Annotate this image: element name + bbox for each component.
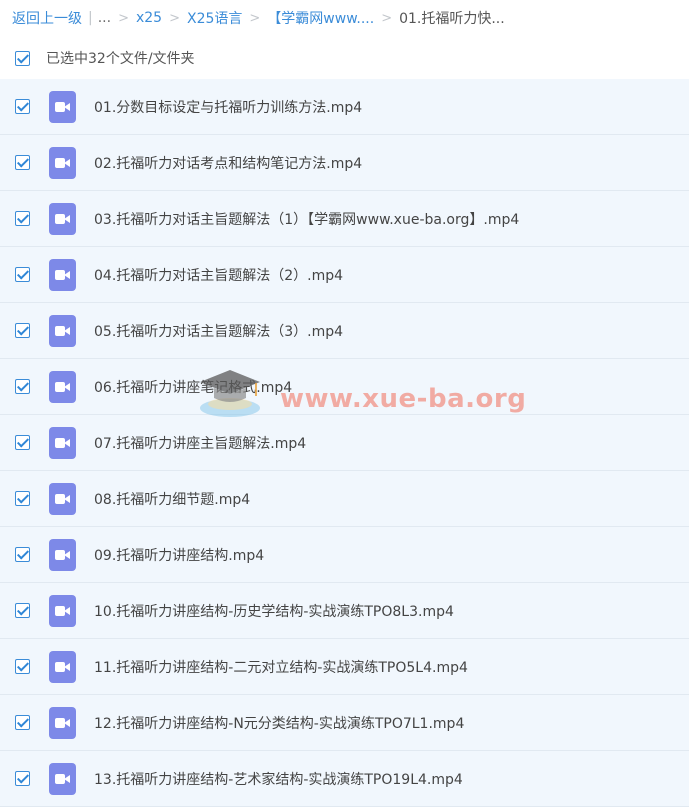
file-row[interactable]: 08.托福听力细节题.mp4 bbox=[0, 471, 689, 527]
chevron-right-icon: > bbox=[169, 10, 180, 26]
video-file-icon bbox=[49, 706, 76, 739]
file-checkbox[interactable] bbox=[15, 99, 30, 114]
video-file-icon bbox=[49, 762, 76, 795]
file-checkbox[interactable] bbox=[15, 435, 30, 450]
video-file-icon bbox=[49, 650, 76, 683]
file-row[interactable]: 02.托福听力对话考点和结构笔记方法.mp4 bbox=[0, 135, 689, 191]
file-name[interactable]: 02.托福听力对话考点和结构笔记方法.mp4 bbox=[94, 153, 362, 173]
breadcrumb-item-x25[interactable]: x25 bbox=[136, 10, 162, 26]
chevron-right-icon: > bbox=[381, 10, 393, 26]
file-name[interactable]: 08.托福听力细节题.mp4 bbox=[94, 489, 250, 509]
file-checkbox[interactable] bbox=[15, 267, 30, 282]
file-checkbox[interactable] bbox=[15, 659, 30, 674]
camera-lens-shape bbox=[64, 102, 70, 111]
file-checkbox[interactable] bbox=[15, 323, 30, 338]
file-name[interactable]: 12.托福听力讲座结构-N元分类结构-实战演练TPO7L1.mp4 bbox=[94, 713, 464, 733]
file-checkbox[interactable] bbox=[15, 211, 30, 226]
video-file-icon bbox=[49, 594, 76, 627]
file-name[interactable]: 01.分数目标设定与托福听力训练方法.mp4 bbox=[94, 97, 362, 117]
file-row[interactable]: 12.托福听力讲座结构-N元分类结构-实战演练TPO7L1.mp4 bbox=[0, 695, 689, 751]
camera-lens-shape bbox=[64, 494, 70, 503]
select-all-checkbox[interactable] bbox=[15, 50, 30, 66]
selection-bar: 已选中32个文件/文件夹 bbox=[0, 40, 689, 76]
camera-lens-shape bbox=[64, 774, 70, 783]
video-file-icon bbox=[49, 202, 76, 235]
file-browser: 返回上一级 | ... > x25 > X25语言 > 【学霸网www.... … bbox=[0, 0, 689, 807]
camera-lens-shape bbox=[64, 158, 70, 167]
video-file-icon bbox=[49, 370, 76, 403]
file-row[interactable]: 11.托福听力讲座结构-二元对立结构-实战演练TPO5L4.mp4 bbox=[0, 639, 689, 695]
file-checkbox[interactable] bbox=[15, 603, 30, 618]
video-file-icon bbox=[49, 258, 76, 291]
video-file-icon bbox=[49, 538, 76, 571]
video-file-icon bbox=[49, 314, 76, 347]
file-name[interactable]: 09.托福听力讲座结构.mp4 bbox=[94, 545, 264, 565]
selection-count-label: 已选中32个文件/文件夹 bbox=[46, 51, 195, 67]
breadcrumb-ellipsis[interactable]: ... bbox=[98, 10, 111, 26]
video-file-icon bbox=[49, 90, 76, 123]
file-row[interactable]: 05.托福听力对话主旨题解法（3）.mp4 bbox=[0, 303, 689, 359]
file-row[interactable]: 13.托福听力讲座结构-艺术家结构-实战演练TPO19L4.mp4 bbox=[0, 751, 689, 807]
file-list: 01.分数目标设定与托福听力训练方法.mp4 02.托福听力对话考点和结构笔记方法… bbox=[0, 79, 689, 807]
camera-lens-shape bbox=[64, 550, 70, 559]
file-name[interactable]: 03.托福听力对话主旨题解法（1）【学霸网www.xue-ba.org】.mp4 bbox=[94, 209, 519, 229]
file-row[interactable]: 09.托福听力讲座结构.mp4 bbox=[0, 527, 689, 583]
breadcrumb-divider: | bbox=[88, 10, 93, 26]
file-name[interactable]: 10.托福听力讲座结构-历史学结构-实战演练TPO8L3.mp4 bbox=[94, 601, 454, 621]
file-checkbox[interactable] bbox=[15, 155, 30, 170]
camera-lens-shape bbox=[64, 718, 70, 727]
breadcrumb-current: 01.托福听力快... bbox=[399, 11, 505, 27]
file-name[interactable]: 11.托福听力讲座结构-二元对立结构-实战演练TPO5L4.mp4 bbox=[94, 657, 468, 677]
camera-lens-shape bbox=[64, 270, 70, 279]
camera-lens-shape bbox=[64, 438, 70, 447]
chevron-right-icon: > bbox=[249, 10, 261, 26]
file-row[interactable]: 07.托福听力讲座主旨题解法.mp4 bbox=[0, 415, 689, 471]
file-checkbox[interactable] bbox=[15, 491, 30, 506]
video-file-icon bbox=[49, 146, 76, 179]
breadcrumb: 返回上一级 | ... > x25 > X25语言 > 【学霸网www.... … bbox=[0, 0, 689, 36]
camera-lens-shape bbox=[64, 214, 70, 223]
file-name[interactable]: 05.托福听力对话主旨题解法（3）.mp4 bbox=[94, 321, 343, 341]
file-checkbox[interactable] bbox=[15, 379, 30, 394]
chevron-right-icon: > bbox=[118, 10, 129, 26]
file-checkbox[interactable] bbox=[15, 715, 30, 730]
video-file-icon bbox=[49, 426, 76, 459]
camera-lens-shape bbox=[64, 382, 70, 391]
file-row[interactable]: 01.分数目标设定与托福听力训练方法.mp4 bbox=[0, 79, 689, 135]
file-row[interactable]: 04.托福听力对话主旨题解法（2）.mp4 bbox=[0, 247, 689, 303]
file-name[interactable]: 04.托福听力对话主旨题解法（2）.mp4 bbox=[94, 265, 343, 285]
file-name[interactable]: 06.托福听力讲座笔记格式.mp4 bbox=[94, 377, 292, 397]
file-row[interactable]: 06.托福听力讲座笔记格式.mp4 bbox=[0, 359, 689, 415]
camera-lens-shape bbox=[64, 662, 70, 671]
file-name[interactable]: 13.托福听力讲座结构-艺术家结构-实战演练TPO19L4.mp4 bbox=[94, 769, 463, 789]
camera-lens-shape bbox=[64, 606, 70, 615]
camera-lens-shape bbox=[64, 326, 70, 335]
file-checkbox[interactable] bbox=[15, 771, 30, 786]
file-name[interactable]: 07.托福听力讲座主旨题解法.mp4 bbox=[94, 433, 306, 453]
video-file-icon bbox=[49, 482, 76, 515]
breadcrumb-item-x25-language[interactable]: X25语言 bbox=[187, 8, 242, 28]
breadcrumb-item-xueba[interactable]: 【学霸网www.... bbox=[267, 8, 374, 28]
file-row[interactable]: 03.托福听力对话主旨题解法（1）【学霸网www.xue-ba.org】.mp4 bbox=[0, 191, 689, 247]
file-checkbox[interactable] bbox=[15, 547, 30, 562]
file-row[interactable]: 10.托福听力讲座结构-历史学结构-实战演练TPO8L3.mp4 bbox=[0, 583, 689, 639]
back-link[interactable]: 返回上一级 bbox=[12, 8, 82, 28]
